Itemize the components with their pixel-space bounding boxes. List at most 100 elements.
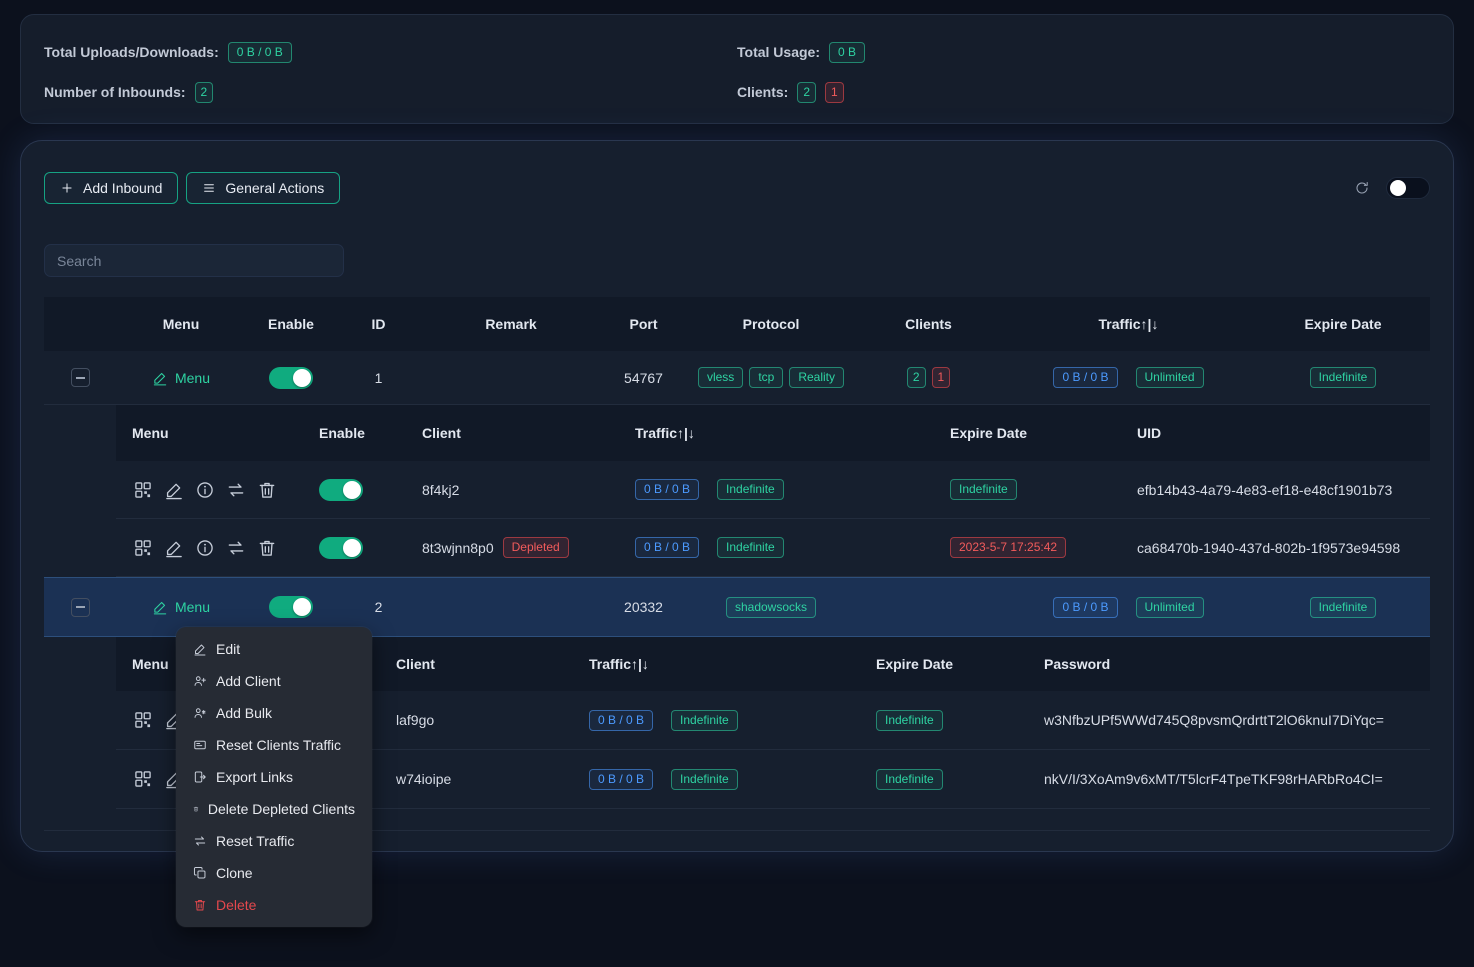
user-plus-icon [193,674,207,688]
inbound-1-clients-table: Menu Enable Client Traffic↑|↓ Expire Dat… [116,405,1430,577]
context-menu-item-reset-clients-traffic[interactable]: Reset Clients Traffic [176,729,372,761]
list-icon [202,181,216,195]
context-menu-label: Delete [216,897,256,913]
trash-icon [193,898,207,912]
qr-code-button[interactable] [132,709,154,731]
delete-client-button[interactable] [256,537,278,559]
toggle-knob [293,598,311,616]
protocol-badge: tcp [749,367,783,388]
traffic-limit-badge: Indefinite [717,537,784,558]
client-name: 8t3wjnn8p0 [422,540,494,556]
qr-code-button[interactable] [132,479,154,501]
inbounds-page: Total Uploads/Downloads: 0 B / 0 B Total… [0,14,1474,852]
client-enable-toggle[interactable] [319,537,363,559]
context-menu-item-add-client[interactable]: Add Client [176,665,372,697]
context-menu-label: Edit [216,641,240,657]
context-menu-item-clone[interactable]: Clone [176,857,372,889]
client-traffic: 0 B / 0 B Indefinite [635,537,784,558]
context-menu-item-edit[interactable]: Edit [176,633,372,665]
context-menu-item-delete[interactable]: Delete [176,889,372,921]
stat-clients: Clients: 2 1 [737,75,1430,109]
theme-toggle[interactable] [1386,177,1430,199]
client-expire-badge: Indefinite [950,479,1017,500]
reset-client-traffic-button[interactable] [225,479,247,501]
header-remark: Remark [421,316,601,332]
header-traffic-sort[interactable]: Traffic↑|↓ [1001,316,1256,332]
edit-icon [193,642,207,656]
inbound-2-menu-button[interactable]: Menu [152,599,210,615]
add-inbound-label: Add Inbound [83,180,162,196]
sub-header-enable: Enable [303,425,406,441]
client-expire-badge: 2023-5-7 17:25:42 [950,537,1066,558]
traffic-limit-badge: Indefinite [717,479,784,500]
client-info-button[interactable] [194,479,216,501]
sub-header-client: Client [380,656,573,672]
refresh-icon [1354,180,1370,196]
inbound-1-expire-badge: Indefinite [1310,367,1377,388]
clients-depleted-badge: 1 [932,367,951,388]
client-password: nkV/I/3XoAm9v6xMT/T5lcrF4TpeTKF98rHARbRo… [1044,771,1383,787]
general-actions-button[interactable]: General Actions [186,172,340,204]
collapse-inbound-1-button[interactable] [71,368,90,387]
stat-number-of-inbounds: Number of Inbounds: 2 [44,75,737,109]
qr-code-button[interactable] [132,768,154,790]
sub-header-traffic-sort[interactable]: Traffic↑|↓ [619,425,934,441]
header-menu: Menu [116,316,246,332]
inbound-1-enable-toggle[interactable] [269,367,313,389]
delete-client-button[interactable] [256,479,278,501]
sub-header-menu: Menu [116,425,303,441]
client-enable-toggle[interactable] [319,479,363,501]
context-menu-item-delete-depleted-clients[interactable]: Delete Depleted Clients [176,793,372,825]
stat-uploads-label: Total Uploads/Downloads: [44,44,219,60]
search-input[interactable] [44,244,344,277]
header-expire-date: Expire Date [1256,316,1430,332]
inbound-2-expire-badge: Indefinite [1310,597,1377,618]
sub-header-expire: Expire Date [860,656,1028,672]
main-table-header: Menu Enable ID Remark Port Protocol Clie… [44,297,1430,351]
context-menu-item-add-bulk[interactable]: Add Bulk [176,697,372,729]
clients-active-badge: 2 [907,367,926,388]
traffic-limit-badge: Unlimited [1136,597,1204,618]
client-expire-badge: Indefinite [876,710,943,731]
client-name: 8f4kj2 [422,482,459,498]
context-menu-item-export-links[interactable]: Export Links [176,761,372,793]
client-info-button[interactable] [194,537,216,559]
reset-client-traffic-button[interactable] [225,537,247,559]
stat-clients-active-badge: 2 [797,82,816,103]
collapse-inbound-2-button[interactable] [71,598,90,617]
sub-header-traffic-sort[interactable]: Traffic↑|↓ [573,656,860,672]
traffic-value-badge: 0 B / 0 B [635,479,699,500]
qr-code-button[interactable] [132,537,154,559]
edit-client-button[interactable] [163,479,185,501]
qr-code-icon [133,769,153,789]
client-expire-badge: Indefinite [876,769,943,790]
inbound-1-menu-label: Menu [175,370,210,386]
qr-code-icon [133,710,153,730]
client-name: laf9go [396,712,434,728]
context-menu-item-reset-traffic[interactable]: Reset Traffic [176,825,372,857]
add-inbound-button[interactable]: Add Inbound [44,172,178,204]
qr-code-icon [133,480,153,500]
inbound-2-enable-toggle[interactable] [269,596,313,618]
edit-client-button[interactable] [163,537,185,559]
toggle-knob [293,369,311,387]
header-enable: Enable [246,316,336,332]
context-menu-label: Delete Depleted Clients [208,801,355,817]
traffic-value-badge: 0 B / 0 B [589,710,653,731]
inbound-2-id: 2 [375,599,383,615]
minus-icon [76,606,85,608]
inbound-context-menu: Edit Add Client Add Bulk Reset Clients T… [176,627,372,927]
card-icon [193,738,207,752]
context-menu-label: Clone [216,865,253,881]
traffic-limit-badge: Unlimited [1136,367,1204,388]
refresh-button[interactable] [1352,178,1372,198]
traffic-limit-badge: Indefinite [671,710,738,731]
traffic-value-badge: 0 B / 0 B [1053,597,1117,618]
inbound-1-traffic: 0 B / 0 B Unlimited [1053,367,1203,388]
sub-header-client: Client [406,425,619,441]
header-protocol: Protocol [686,316,856,332]
inbound-1-menu-button[interactable]: Menu [152,370,210,386]
inbound-2-menu-label: Menu [175,599,210,615]
minus-icon [76,377,85,379]
info-icon [195,538,215,558]
